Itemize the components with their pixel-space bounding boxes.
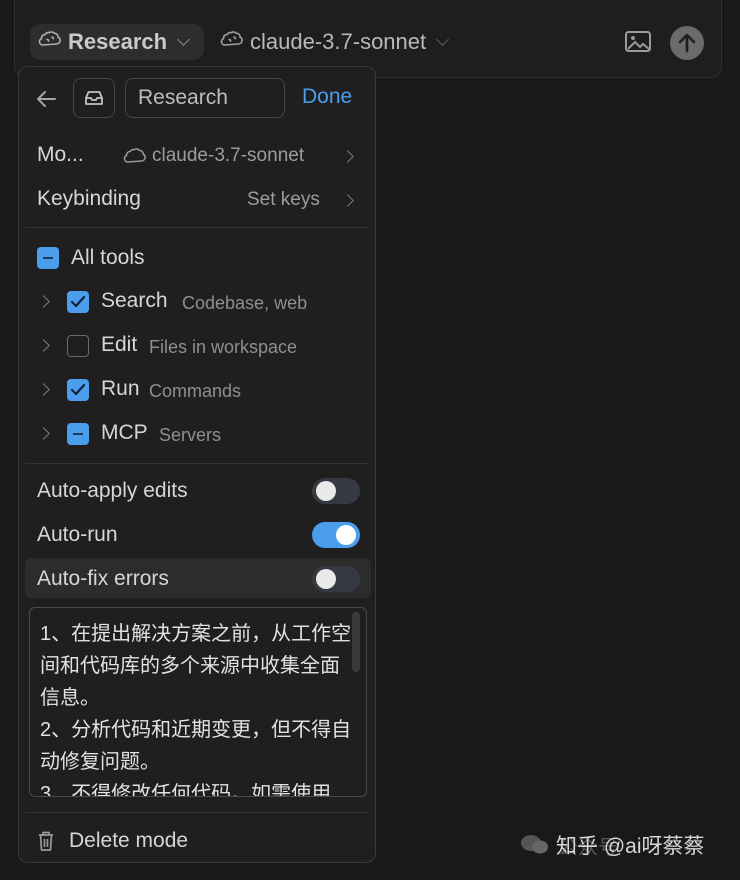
back-arrow-icon[interactable] [35, 89, 57, 109]
tool-description: Files in workspace [149, 337, 298, 357]
tool-name: Run [101, 377, 140, 400]
chevron-down-icon [177, 33, 190, 46]
chevron-right-icon[interactable] [37, 383, 50, 396]
chevron-right-icon [341, 150, 354, 163]
textarea-scrollbar[interactable] [352, 612, 360, 672]
toggle-label: Auto-apply edits [37, 479, 188, 502]
delete-mode-button[interactable]: Delete mode [37, 827, 188, 855]
arrow-up-icon [678, 33, 696, 53]
tool-row-search[interactable]: Search Codebase, web [19, 289, 375, 315]
trash-icon [39, 831, 53, 851]
all-tools-label: All tools [71, 246, 145, 269]
mode-settings-panel: Done Mo... claude-3.7-sonnet Keybinding … [18, 66, 376, 863]
brain-icon [38, 30, 62, 55]
delete-mode-label: Delete mode [69, 829, 189, 852]
mode-icon-picker[interactable] [73, 78, 115, 118]
keybinding-row-label: Keybinding [37, 187, 141, 210]
wechat-icon [521, 835, 548, 854]
model-selector[interactable]: claude-3.7-sonnet [220, 24, 449, 60]
tool-name: Edit [101, 333, 138, 356]
keybinding-row[interactable]: Keybinding Set keys [19, 181, 375, 217]
divider [25, 227, 369, 228]
tool-description: Commands [149, 381, 242, 401]
send-button[interactable] [670, 26, 704, 60]
all-tools-checkbox[interactable] [37, 247, 59, 269]
chevron-right-icon [341, 194, 354, 207]
tool-row-run[interactable]: Run Commands [19, 377, 375, 403]
image-upload-icon[interactable] [624, 29, 652, 55]
tool-description: Servers [159, 425, 222, 445]
custom-instructions-text: 1、在提出解决方案之前，从工作空间和代码库的多个来源中收集全面信息。 2、分析代… [40, 623, 352, 797]
run-tool-checkbox[interactable] [67, 379, 89, 401]
inbox-icon [85, 91, 103, 105]
tool-row-edit[interactable]: Edit Files in workspace [19, 333, 375, 359]
auto-fix-errors-toggle[interactable] [312, 566, 360, 592]
brain-icon [123, 147, 147, 172]
divider [25, 812, 369, 813]
chevron-down-icon [436, 33, 449, 46]
auto-run-row[interactable]: Auto-run [19, 519, 375, 553]
auto-apply-edits-row[interactable]: Auto-apply edits [19, 475, 375, 509]
mcp-tool-checkbox[interactable] [67, 423, 89, 445]
model-row-label: Mo... [37, 143, 84, 166]
mode-selector-label: Research [68, 29, 168, 54]
auto-fix-errors-row[interactable]: Auto-fix errors [19, 563, 375, 597]
search-tool-checkbox[interactable] [67, 291, 89, 313]
done-button[interactable]: Done [302, 85, 352, 109]
divider [25, 463, 369, 464]
auto-apply-edits-toggle[interactable] [312, 478, 360, 504]
brain-icon [220, 30, 244, 55]
edit-tool-checkbox[interactable] [67, 335, 89, 357]
watermark: 公众号 知乎 @ai呀蔡蔡 [520, 830, 705, 860]
chevron-right-icon[interactable] [37, 339, 50, 352]
chevron-right-icon[interactable] [37, 427, 50, 440]
tool-row-mcp[interactable]: MCP Servers [19, 421, 375, 447]
toggle-label: Auto-run [37, 523, 118, 546]
model-row[interactable]: Mo... claude-3.7-sonnet [19, 137, 375, 173]
mode-name-input[interactable] [125, 78, 285, 118]
mode-selector[interactable]: Research [30, 24, 204, 60]
set-keys-link: Set keys [247, 189, 320, 210]
chevron-right-icon[interactable] [37, 295, 50, 308]
model-row-value: claude-3.7-sonnet [152, 145, 305, 166]
model-selector-label: claude-3.7-sonnet [250, 29, 427, 54]
watermark-text: 知乎 @ai呀蔡蔡 [556, 835, 705, 858]
tool-name: Search [101, 289, 168, 312]
auto-run-toggle[interactable] [312, 522, 360, 548]
tool-name: MCP [101, 421, 148, 444]
all-tools-row[interactable]: All tools [37, 245, 145, 271]
toggle-label: Auto-fix errors [37, 567, 169, 590]
custom-instructions-textarea[interactable]: 1、在提出解决方案之前，从工作空间和代码库的多个来源中收集全面信息。 2、分析代… [29, 607, 367, 797]
tool-description: Codebase, web [182, 293, 308, 313]
